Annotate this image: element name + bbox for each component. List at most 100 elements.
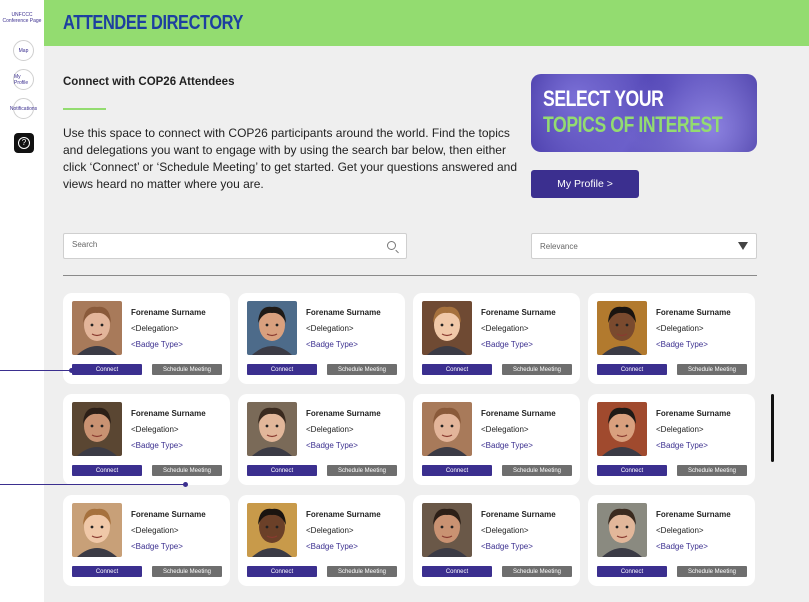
my-profile-label: My Profile xyxy=(14,73,29,86)
attendee-badge-type: <Badge Type> xyxy=(656,441,708,450)
map-label: Map xyxy=(18,47,29,54)
connect-button[interactable]: Connect xyxy=(422,465,492,476)
connector-line xyxy=(0,368,74,373)
avatar xyxy=(247,503,297,557)
connect-button[interactable]: Connect xyxy=(247,566,317,577)
my-profile-button[interactable]: My Profile > xyxy=(531,170,639,198)
connector-dot xyxy=(183,482,188,487)
search-bar[interactable] xyxy=(63,233,407,259)
attendee-delegation: <Delegation> xyxy=(481,324,529,333)
attendee-name[interactable]: Forename Surname xyxy=(131,510,206,519)
search-input[interactable] xyxy=(72,240,372,249)
connect-button[interactable]: Connect xyxy=(247,465,317,476)
section-divider xyxy=(63,275,757,276)
schedule-meeting-button[interactable]: Schedule Meeting xyxy=(502,465,572,476)
avatar xyxy=(72,301,122,355)
connect-button[interactable]: Connect xyxy=(247,364,317,375)
attendee-card: Forename Surname <Delegation> <Badge Typ… xyxy=(413,293,580,384)
attendee-card: Forename Surname <Delegation> <Badge Typ… xyxy=(588,394,755,485)
connect-button[interactable]: Connect xyxy=(422,364,492,375)
attendee-badge-type: <Badge Type> xyxy=(306,340,358,349)
attendee-name[interactable]: Forename Surname xyxy=(656,308,731,317)
my-profile-rail-button[interactable]: My Profile xyxy=(13,69,34,90)
attendee-card: Forename Surname <Delegation> <Badge Typ… xyxy=(413,394,580,485)
left-rail: UNFCCC Conference Page Map My Profile No… xyxy=(0,0,44,165)
attendee-name[interactable]: Forename Surname xyxy=(306,510,381,519)
attendee-badge-type: <Badge Type> xyxy=(481,441,533,450)
attendee-badge-type: <Badge Type> xyxy=(131,542,183,551)
scrollbar-thumb[interactable] xyxy=(771,394,774,462)
attendee-delegation: <Delegation> xyxy=(306,425,354,434)
attendee-name[interactable]: Forename Surname xyxy=(481,308,556,317)
attendee-name[interactable]: Forename Surname xyxy=(306,308,381,317)
avatar xyxy=(72,503,122,557)
attendee-delegation: <Delegation> xyxy=(306,526,354,535)
attendee-badge-type: <Badge Type> xyxy=(656,340,708,349)
attendee-delegation: <Delegation> xyxy=(131,526,179,535)
topics-of-interest-banner[interactable]: SELECT YOUR TOPICS OF INTEREST xyxy=(531,74,757,152)
attendee-name[interactable]: Forename Surname xyxy=(131,409,206,418)
connect-button[interactable]: Connect xyxy=(72,465,142,476)
page-title: ATTENDEE DIRECTORY xyxy=(63,12,244,34)
schedule-meeting-button[interactable]: Schedule Meeting xyxy=(152,566,222,577)
attendee-name[interactable]: Forename Surname xyxy=(131,308,206,317)
section-subtitle: Connect with COP26 Attendees xyxy=(63,76,235,88)
schedule-meeting-button[interactable]: Schedule Meeting xyxy=(502,364,572,375)
schedule-meeting-button[interactable]: Schedule Meeting xyxy=(152,364,222,375)
avatar xyxy=(597,503,647,557)
attendee-delegation: <Delegation> xyxy=(481,425,529,434)
schedule-meeting-button[interactable]: Schedule Meeting xyxy=(677,566,747,577)
help-button[interactable]: ? xyxy=(14,133,34,153)
avatar xyxy=(597,402,647,456)
attendee-badge-type: <Badge Type> xyxy=(131,441,183,450)
attendee-badge-type: <Badge Type> xyxy=(481,542,533,551)
question-mark-icon: ? xyxy=(18,137,30,149)
banner-line-1: SELECT YOUR xyxy=(543,86,664,111)
attendee-card: Forename Surname <Delegation> <Badge Typ… xyxy=(588,293,755,384)
schedule-meeting-button[interactable]: Schedule Meeting xyxy=(677,364,747,375)
avatar xyxy=(422,301,472,355)
avatar xyxy=(422,503,472,557)
attendee-card: Forename Surname <Delegation> <Badge Typ… xyxy=(588,495,755,586)
attendee-delegation: <Delegation> xyxy=(656,425,704,434)
attendee-card: Forename Surname <Delegation> <Badge Typ… xyxy=(238,293,405,384)
attendee-name[interactable]: Forename Surname xyxy=(481,409,556,418)
sort-dropdown[interactable]: Relevance xyxy=(531,233,757,259)
connector-dot xyxy=(69,368,74,373)
map-button[interactable]: Map xyxy=(13,40,34,61)
attendee-delegation: <Delegation> xyxy=(131,425,179,434)
page-header: ATTENDEE DIRECTORY xyxy=(44,0,809,46)
schedule-meeting-button[interactable]: Schedule Meeting xyxy=(152,465,222,476)
connect-button[interactable]: Connect xyxy=(597,364,667,375)
attendee-delegation: <Delegation> xyxy=(131,324,179,333)
attendee-delegation: <Delegation> xyxy=(656,526,704,535)
avatar xyxy=(72,402,122,456)
schedule-meeting-button[interactable]: Schedule Meeting xyxy=(502,566,572,577)
accent-divider xyxy=(63,108,106,110)
search-icon[interactable] xyxy=(387,241,396,250)
connect-button[interactable]: Connect xyxy=(72,364,142,375)
attendee-name[interactable]: Forename Surname xyxy=(481,510,556,519)
schedule-meeting-button[interactable]: Schedule Meeting xyxy=(327,364,397,375)
connect-button[interactable]: Connect xyxy=(72,566,142,577)
avatar xyxy=(247,402,297,456)
attendee-card: Forename Surname <Delegation> <Badge Typ… xyxy=(238,495,405,586)
schedule-meeting-button[interactable]: Schedule Meeting xyxy=(327,465,397,476)
connector-line xyxy=(0,482,188,487)
connect-button[interactable]: Connect xyxy=(597,566,667,577)
schedule-meeting-button[interactable]: Schedule Meeting xyxy=(327,566,397,577)
attendee-name[interactable]: Forename Surname xyxy=(306,409,381,418)
notifications-button[interactable]: Notifications xyxy=(10,98,37,119)
attendee-name[interactable]: Forename Surname xyxy=(656,409,731,418)
attendee-name[interactable]: Forename Surname xyxy=(656,510,731,519)
attendee-badge-type: <Badge Type> xyxy=(656,542,708,551)
attendee-card: Forename Surname <Delegation> <Badge Typ… xyxy=(63,495,230,586)
connect-button[interactable]: Connect xyxy=(422,566,492,577)
schedule-meeting-button[interactable]: Schedule Meeting xyxy=(677,465,747,476)
attendee-badge-type: <Badge Type> xyxy=(131,340,183,349)
conference-page-link[interactable]: UNFCCC Conference Page xyxy=(0,12,44,24)
connect-button[interactable]: Connect xyxy=(597,465,667,476)
attendee-delegation: <Delegation> xyxy=(656,324,704,333)
dropdown-arrow-icon xyxy=(738,242,748,250)
attendee-card: Forename Surname <Delegation> <Badge Typ… xyxy=(63,293,230,384)
